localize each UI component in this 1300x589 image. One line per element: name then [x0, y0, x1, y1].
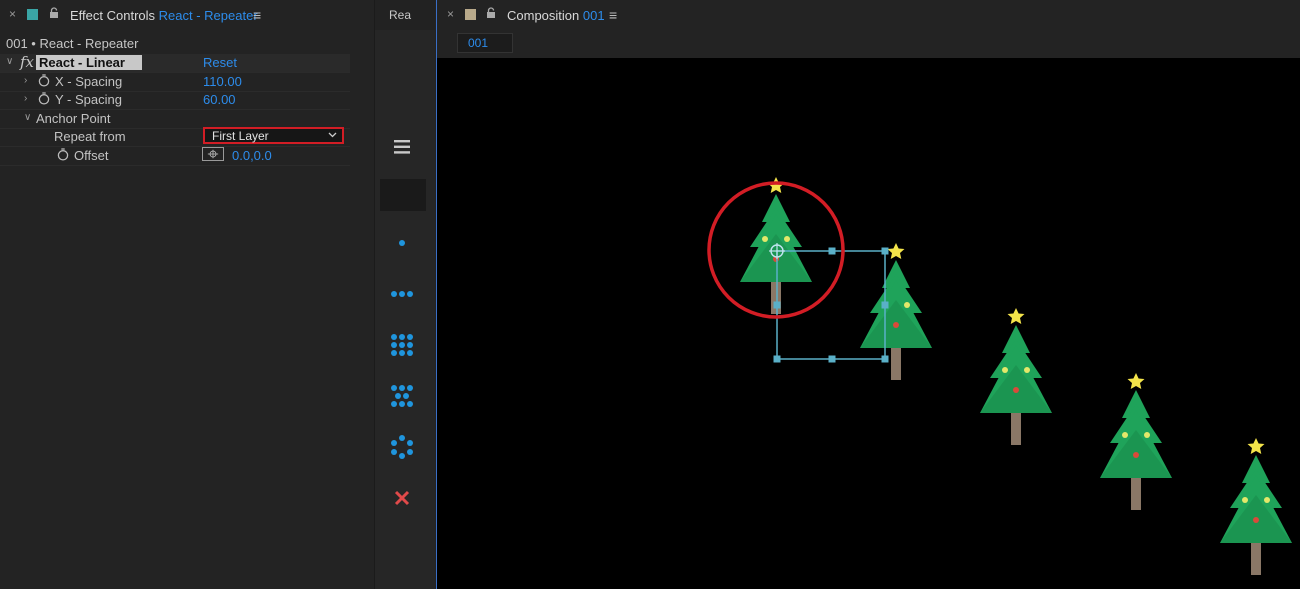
empty-slot [380, 179, 426, 211]
stopwatch-icon[interactable] [38, 74, 50, 87]
grid-repeat-button[interactable] [379, 329, 425, 361]
composition-name: 001 [582, 8, 605, 23]
composition-viewer[interactable] [437, 58, 1300, 589]
close-panel-icon[interactable]: × [9, 7, 16, 21]
tab-repeater-label: Rea [389, 8, 412, 22]
repeat-from-selected: First Layer [212, 129, 269, 143]
property-row-offset: Offset 0.0,0.0 [0, 147, 350, 166]
three-dots-icon [391, 291, 413, 297]
staggered-grid-icon [391, 385, 413, 407]
panel-menu-icon[interactable]: ≡ [609, 7, 617, 23]
menu-icon [394, 140, 410, 154]
composition-panel: × Composition 001 ≡ 001 [436, 0, 1300, 589]
y-spacing-value[interactable]: 60.00 [203, 92, 236, 107]
offset-value[interactable]: 0.0,0.0 [232, 148, 272, 163]
effect-controls-header: × Effect Controls React - Repeater ≡ [0, 0, 372, 30]
fx-icon[interactable]: fx [20, 53, 34, 71]
reset-link[interactable]: Reset [203, 55, 237, 70]
close-x-icon [394, 490, 410, 506]
label-color-swatch[interactable] [465, 9, 476, 20]
chevron-right-icon[interactable]: › [24, 75, 27, 86]
grid-icon [391, 334, 413, 356]
repeater-script-panel: Rea [374, 0, 435, 589]
composition-title-text: Composition [507, 8, 580, 23]
staggered-grid-button[interactable] [379, 380, 425, 412]
repeat-from-label: Repeat from [54, 129, 126, 144]
x-spacing-label: X - Spacing [55, 74, 123, 89]
chevron-down-icon[interactable]: ∨ [6, 56, 13, 67]
property-row-y-spacing: › Y - Spacing 60.00 [0, 91, 350, 110]
linear-repeat-button[interactable] [379, 278, 425, 310]
offset-label: Offset [74, 148, 109, 163]
effect-controls-panel: × Effect Controls React - Repeater ≡ 001… [0, 0, 372, 589]
anchor-point-label: Anchor Point [36, 111, 111, 126]
stopwatch-icon[interactable] [38, 92, 50, 105]
chevron-down-icon [328, 132, 337, 138]
tree-layer-5[interactable] [1220, 438, 1292, 575]
tab-composition-001[interactable]: 001 [457, 33, 513, 53]
layer-path-label: 001 • React - Repeater [6, 36, 139, 51]
panel-layer-name: React - Repeater [158, 8, 258, 23]
composition-header: × Composition 001 ≡ [437, 0, 1300, 30]
effect-row-react-linear[interactable]: ∨ fx React - Linear Reset [0, 53, 350, 73]
tree-layer-3[interactable] [980, 308, 1052, 445]
chevron-right-icon[interactable]: › [24, 93, 27, 104]
tree-layer-4[interactable] [1100, 373, 1172, 510]
label-color-swatch[interactable] [27, 9, 38, 20]
lock-icon[interactable] [49, 7, 59, 19]
property-row-x-spacing: › X - Spacing 110.00 [0, 73, 350, 92]
panel-title[interactable]: Effect Controls React - Repeater [70, 8, 258, 23]
panel-title-text: Effect Controls [70, 8, 156, 23]
single-dot-icon [399, 240, 405, 246]
single-repeat-button[interactable] [379, 227, 425, 259]
x-spacing-value[interactable]: 110.00 [203, 74, 242, 89]
remove-repeater-button[interactable] [379, 482, 425, 514]
lock-icon[interactable] [486, 7, 496, 19]
repeat-from-dropdown[interactable]: First Layer [203, 127, 344, 144]
panel-menu-icon[interactable]: ≡ [253, 7, 261, 23]
chevron-down-icon[interactable]: ∨ [24, 112, 31, 123]
menu-button[interactable] [379, 131, 425, 163]
radial-repeat-button[interactable] [379, 431, 425, 463]
radial-dots-icon [391, 435, 413, 459]
effect-name[interactable]: React - Linear [36, 55, 142, 70]
tab-repeater[interactable]: Rea [375, 0, 435, 30]
close-panel-icon[interactable]: × [447, 7, 454, 21]
composition-title[interactable]: Composition 001 [507, 8, 605, 23]
y-spacing-label: Y - Spacing [55, 92, 122, 107]
stopwatch-icon[interactable] [57, 148, 69, 161]
point-picker-icon[interactable] [202, 147, 224, 161]
tab-composition-label: 001 [468, 36, 489, 50]
